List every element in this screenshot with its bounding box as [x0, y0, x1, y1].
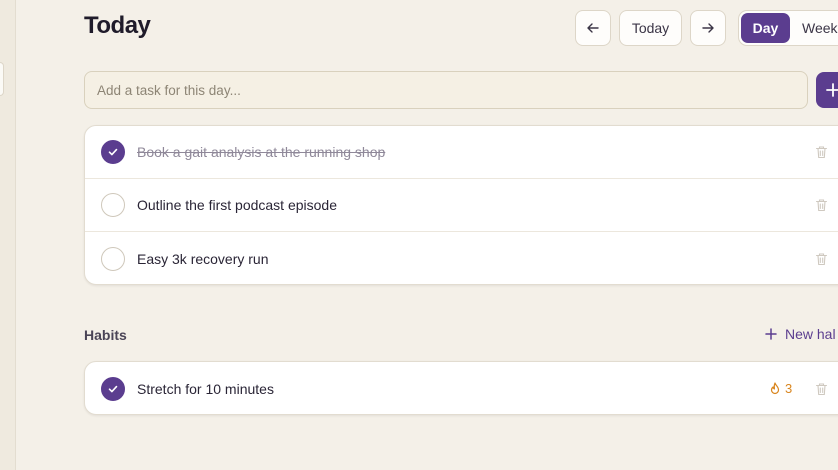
trash-icon [815, 252, 827, 265]
view-toggle: Day Week [738, 10, 838, 46]
habit-label: Stretch for 10 minutes [137, 380, 274, 397]
view-week-button[interactable]: Week [790, 13, 838, 43]
arrow-right-icon [702, 23, 714, 33]
task-row: Book a gait analysis at the running shop [85, 126, 838, 179]
task-checkbox[interactable] [101, 246, 125, 271]
arrow-left-icon [587, 23, 599, 33]
habit-row: Stretch for 10 minutes 3 [85, 362, 838, 415]
sidebar-collapse-handle[interactable] [0, 62, 4, 96]
add-task-input[interactable] [84, 71, 808, 109]
trash-icon [815, 146, 827, 159]
task-checkbox[interactable] [101, 193, 125, 217]
delete-task-button[interactable] [813, 251, 829, 267]
previous-day-button[interactable] [575, 10, 611, 46]
checkmark-icon [108, 385, 118, 392]
task-row: Easy 3k recovery run [85, 232, 838, 285]
new-habit-label: New hal [785, 326, 836, 342]
task-row: Outline the first podcast episode [85, 179, 838, 232]
next-day-button[interactable] [690, 10, 726, 46]
plus-icon [826, 83, 838, 97]
task-label: Book a gait analysis at the running shop [137, 144, 386, 160]
habit-streak: 3 [769, 381, 792, 396]
page-title: Today [84, 12, 151, 39]
habits-section-title: Habits [84, 327, 127, 343]
delete-task-button[interactable] [813, 197, 829, 213]
habit-streak-count: 3 [785, 381, 793, 396]
new-habit-button[interactable]: New hal [765, 326, 836, 342]
add-task-button[interactable] [816, 72, 838, 108]
task-label: Outline the first podcast episode [137, 197, 338, 213]
checkmark-icon [108, 148, 118, 156]
today-button[interactable]: Today [619, 10, 682, 46]
habit-list: Stretch for 10 minutes 3 [84, 361, 838, 415]
trash-icon [815, 199, 827, 212]
task-checkbox-checked[interactable] [101, 140, 125, 164]
task-list: Book a gait analysis at the running shop… [84, 125, 838, 285]
delete-habit-button[interactable] [813, 381, 829, 397]
task-label: Easy 3k recovery run [137, 250, 269, 267]
view-day-button[interactable]: Day [741, 13, 790, 43]
habit-checkbox-checked[interactable] [101, 376, 125, 401]
delete-task-button[interactable] [813, 144, 829, 160]
flame-icon [770, 381, 780, 394]
plus-icon [765, 328, 777, 340]
trash-icon [815, 382, 827, 395]
